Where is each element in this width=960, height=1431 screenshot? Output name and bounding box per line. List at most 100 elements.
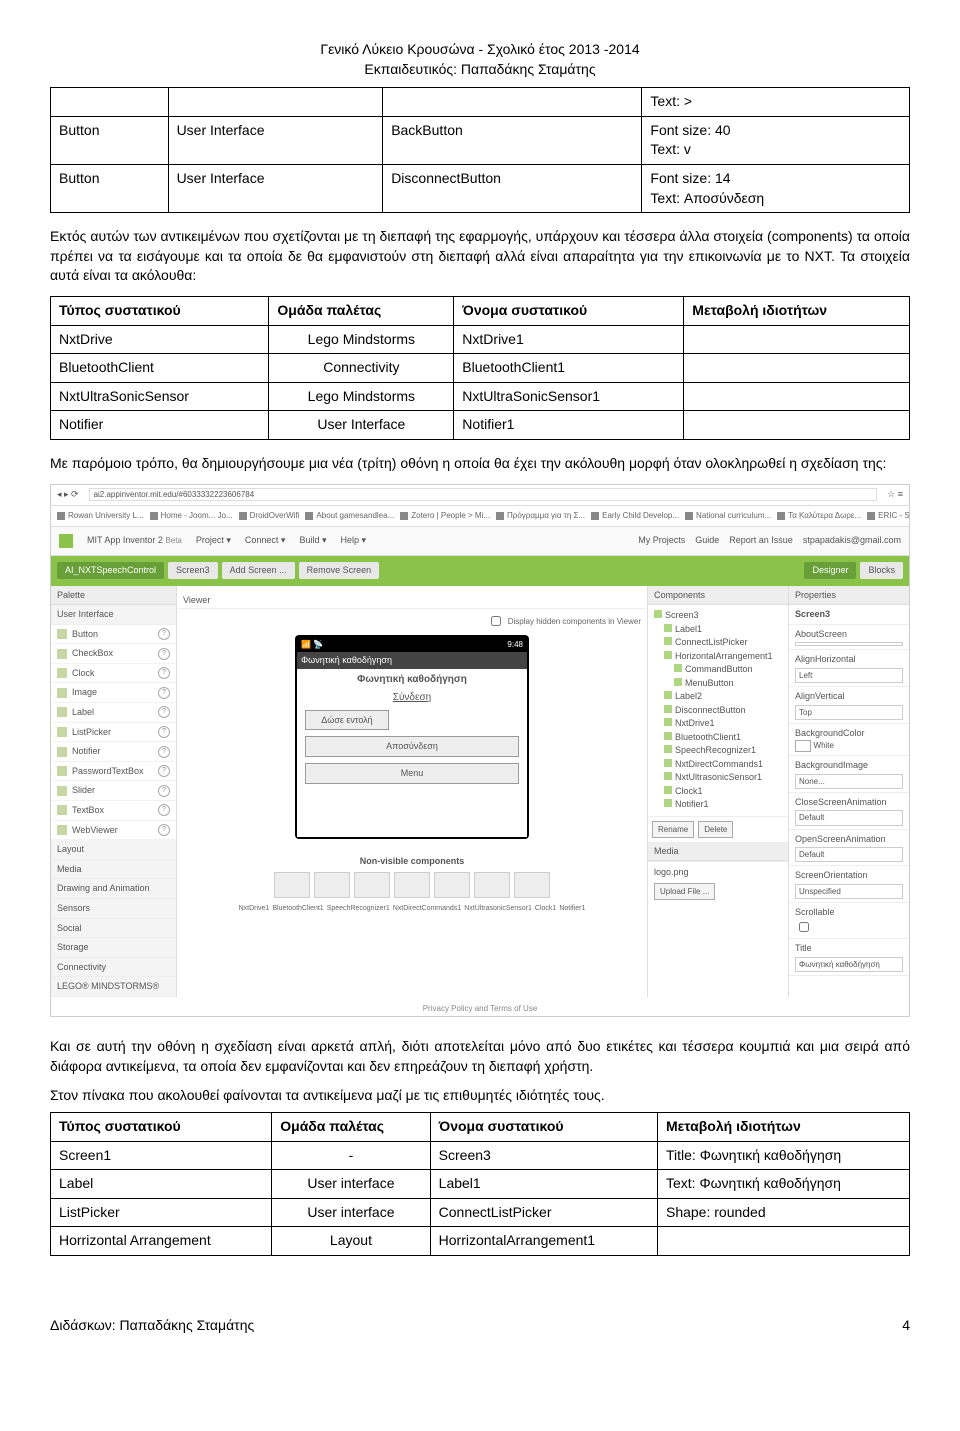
palette-item[interactable]: ListPicker?	[51, 723, 176, 743]
top-link[interactable]: My Projects	[638, 534, 685, 547]
table-cell	[168, 88, 383, 117]
component-tree-item[interactable]: SpeechRecognizer1	[654, 744, 782, 758]
table-header: Όνομα συστατικού	[454, 296, 684, 325]
component-tree-item[interactable]: NxtUltrasonicSensor1	[654, 771, 782, 785]
table-cell: Screen3	[430, 1141, 657, 1170]
palette-cat-userinterface[interactable]: User Interface	[51, 605, 176, 625]
table-cell: Layout	[272, 1227, 430, 1256]
palette-item[interactable]: Slider?	[51, 781, 176, 801]
palette-category[interactable]: Drawing and Animation	[51, 879, 176, 899]
component-tree-item[interactable]: Screen3	[654, 609, 782, 623]
component-tree-item[interactable]: BluetoothClient1	[654, 731, 782, 745]
table-cell: User Interface	[168, 116, 383, 164]
palette-item[interactable]: Notifier?	[51, 742, 176, 762]
palette-category[interactable]: Storage	[51, 938, 176, 958]
remove-screen-button[interactable]: Remove Screen	[299, 562, 380, 579]
table-cell: Font size: 14 Text: Αποσύνδεση	[642, 164, 910, 212]
table-cell: DisconnectButton	[383, 164, 642, 212]
palette-item[interactable]: Button?	[51, 625, 176, 645]
bookmark-item[interactable]: About gamesandlea...	[305, 510, 394, 521]
screen-selector[interactable]: Screen3	[168, 562, 218, 579]
property-row: TitleΦωνητική καθοδήγηση	[789, 939, 909, 976]
menu-button[interactable]: Menu	[305, 763, 519, 784]
table-cell: BluetoothClient	[51, 354, 269, 383]
component-tree-item[interactable]: NxtDrive1	[654, 717, 782, 731]
bookmark-item[interactable]: Zotero | People > Mi...	[400, 510, 490, 521]
mit-logo-icon	[59, 534, 73, 548]
nonvisible-icon	[474, 872, 510, 898]
palette-item[interactable]: Image?	[51, 683, 176, 703]
bookmark-item[interactable]: Τα Καλύτερα Δωρε...	[777, 510, 861, 521]
menu-item[interactable]: Help ▾	[340, 534, 366, 547]
privacy-link[interactable]: Privacy Policy and Terms of Use	[51, 997, 909, 1016]
palette-panel: Palette User Interface Button?CheckBox?C…	[51, 586, 177, 997]
component-tree-item[interactable]: Label2	[654, 690, 782, 704]
palette-item[interactable]: PasswordTextBox?	[51, 762, 176, 782]
bookmark-item[interactable]: ERIC - Search Results	[867, 510, 909, 521]
hidden-components-checkbox[interactable]	[491, 616, 501, 626]
table-cell: NxtUltraSonicSensor1	[454, 382, 684, 411]
app-title: MIT App Inventor 2 Beta	[87, 534, 182, 547]
table-cell: Text: >	[642, 88, 910, 117]
nonvisible-icon	[314, 872, 350, 898]
property-row: Scrollable	[789, 903, 909, 939]
top-link[interactable]: Report an Issue	[729, 534, 793, 547]
palette-category[interactable]: Sensors	[51, 899, 176, 919]
palette-category[interactable]: Layout	[51, 840, 176, 860]
url-bar[interactable]: ai2.appinventor.mit.edu/#603333222360678…	[89, 488, 878, 501]
component-tree-item[interactable]: ConnectListPicker	[654, 636, 782, 650]
table-cell	[684, 354, 910, 383]
component-tree-item[interactable]: DisconnectButton	[654, 704, 782, 718]
table-cell: Connectivity	[269, 354, 454, 383]
nonvisible-title: Non-visible components	[360, 855, 465, 868]
component-tree-item[interactable]: NxtDirectCommands1	[654, 758, 782, 772]
palette-category[interactable]: Connectivity	[51, 958, 176, 978]
palette-category[interactable]: Media	[51, 860, 176, 880]
menu-item[interactable]: Project ▾	[196, 534, 231, 547]
palette-item[interactable]: WebViewer?	[51, 821, 176, 841]
component-tree-item[interactable]: MenuButton	[654, 677, 782, 691]
component-tree-item[interactable]: Notifier1	[654, 798, 782, 812]
menu-item[interactable]: Build ▾	[299, 534, 326, 547]
bookmark-item[interactable]: Home - Joom... Jo...	[150, 510, 233, 521]
component-tree-item[interactable]: HorizontalArrangement1	[654, 650, 782, 664]
hidden-check-label: Display hidden components in Viewer	[508, 616, 641, 627]
bookmark-item[interactable]: DroidOverWifi	[239, 510, 300, 521]
menu-item[interactable]: Connect ▾	[245, 534, 286, 547]
connect-listpicker[interactable]: Σύνδεση	[297, 689, 527, 707]
table-cell: NxtDrive	[51, 325, 269, 354]
top-link[interactable]: stpapadakis@gmail.com	[803, 534, 901, 547]
media-item[interactable]: logo.png	[654, 866, 782, 879]
para-2: Με παρόμοιο τρόπο, θα δημιουργήσουμε μια…	[50, 454, 910, 474]
disconnect-button[interactable]: Αποσύνδεση	[305, 736, 519, 757]
blocks-button[interactable]: Blocks	[860, 562, 903, 579]
nonvisible-label: NxtUltrasonicSensor1	[464, 904, 532, 914]
add-screen-button[interactable]: Add Screen ...	[222, 562, 295, 579]
component-tree-item[interactable]: Clock1	[654, 785, 782, 799]
palette-item[interactable]: CheckBox?	[51, 644, 176, 664]
designer-button[interactable]: Designer	[804, 562, 856, 579]
palette-item[interactable]: TextBox?	[51, 801, 176, 821]
project-name: AI_NXTSpeechControl	[57, 562, 164, 579]
palette-category[interactable]: Social	[51, 919, 176, 939]
component-tree-item[interactable]: Label1	[654, 623, 782, 637]
palette-category[interactable]: LEGO® MINDSTORMS®	[51, 977, 176, 997]
palette-item[interactable]: Label?	[51, 703, 176, 723]
command-button[interactable]: Δώσε εντολή	[305, 710, 389, 731]
table-header: Τύπος συστατικού	[51, 1112, 272, 1141]
bookmark-item[interactable]: National curriculum...	[685, 510, 771, 521]
component-tree-item[interactable]: CommandButton	[654, 663, 782, 677]
para-4: Στον πίνακα που ακολουθεί φαίνονται τα α…	[50, 1086, 910, 1106]
bookmark-item[interactable]: Early Child Develop...	[591, 510, 679, 521]
table-cell: Screen1	[51, 1141, 272, 1170]
palette-item[interactable]: Clock?	[51, 664, 176, 684]
upload-file-button[interactable]: Upload File ...	[654, 883, 715, 900]
delete-button[interactable]: Delete	[698, 821, 733, 838]
rename-button[interactable]: Rename	[652, 821, 694, 838]
nonvisible-label: SpeechRecognizer1	[327, 904, 390, 914]
table-header: Μεταβολή ιδιοτήτων	[684, 296, 910, 325]
bookmark-item[interactable]: Πρόγραμμα για τη Σ...	[496, 510, 585, 521]
top-link[interactable]: Guide	[695, 534, 719, 547]
bookmark-item[interactable]: Rowan University L...	[57, 510, 144, 521]
components-title: Components	[648, 586, 788, 606]
